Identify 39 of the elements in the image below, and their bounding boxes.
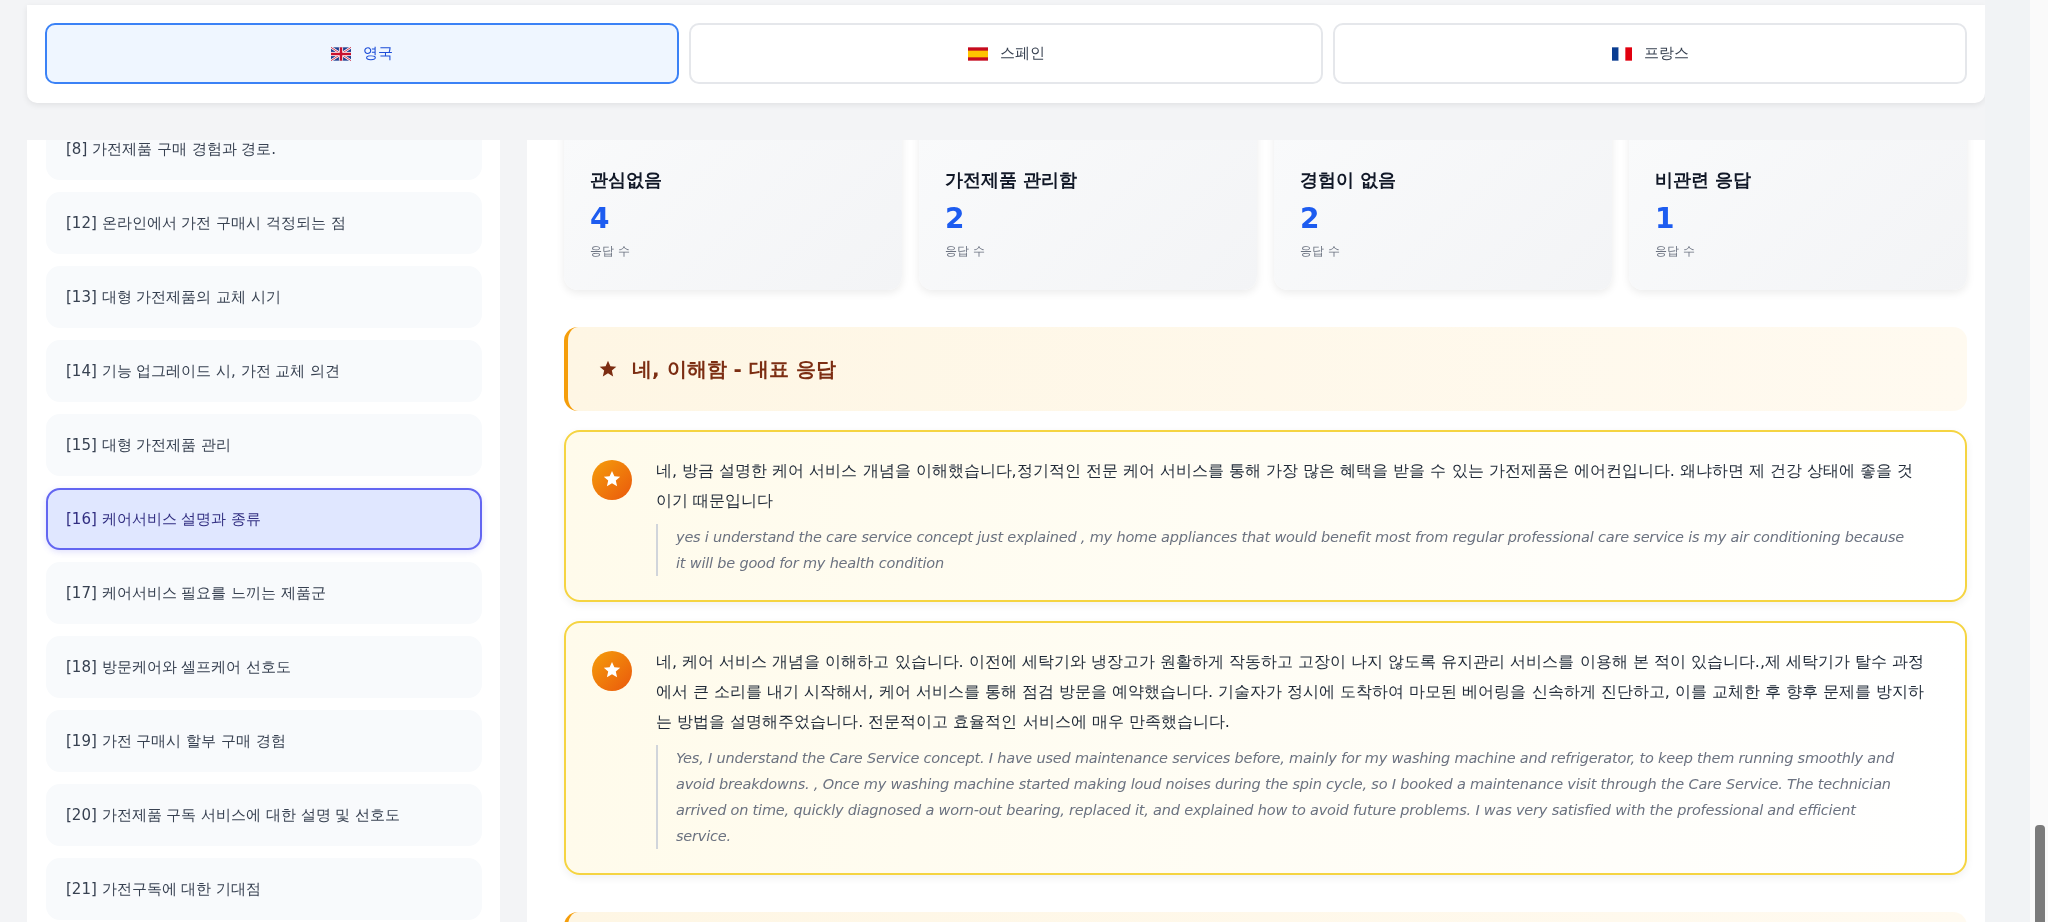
section-title: 네, 이해함 - 대표 응답 xyxy=(632,355,836,383)
stat-title: 경험이 없음 xyxy=(1300,168,1398,192)
star-badge-icon xyxy=(592,651,632,691)
question-item[interactable]: [17] 케어서비스 필요를 느끼는 제품군 xyxy=(46,562,482,624)
scrollbar[interactable] xyxy=(2030,0,2048,922)
question-item[interactable]: [18] 방문케어와 셀프케어 선호도 xyxy=(46,636,482,698)
scroll-thumb[interactable] xyxy=(2035,825,2045,922)
question-item[interactable]: [16] 케어서비스 설명과 종류 xyxy=(46,488,482,550)
response-text: 네, 방금 설명한 케어 서비스 개념을 이해했습니다,정기적인 전문 케어 서비스를 통해 가장 많은 혜택을 받을 수 있는 가전제품은 에어컨입니다. 왜냐하면 제 건강 상태에 좋을 것이기 때문입니다 xyxy=(656,460,1915,512)
question-item[interactable]: [8] 가전제품 구매 경험과 경로. xyxy=(46,140,482,180)
stat-value: 2 xyxy=(1300,202,1321,235)
stat-caption: 응답 수 xyxy=(1300,243,1341,260)
star-badge-icon xyxy=(592,460,632,500)
stat-value: 1 xyxy=(1655,202,1676,235)
question-item[interactable]: [14] 기능 업그레이드 시, 가전 교체 의견 xyxy=(46,340,482,402)
stat-caption: 응답 수 xyxy=(590,243,631,260)
flag-icon xyxy=(331,46,351,61)
stat-value: 2 xyxy=(945,202,966,235)
flag-icon xyxy=(1611,46,1632,61)
stat-caption: 응답 수 xyxy=(945,243,986,260)
question-item[interactable]: [19] 가전 구매시 할부 구매 경험 xyxy=(46,710,482,772)
question-item[interactable]: [15] 대형 가전제품 관리 xyxy=(46,414,482,476)
country-tab[interactable]: 영국 xyxy=(45,23,679,84)
country-tab[interactable]: 스페인 xyxy=(689,23,1323,84)
stat-value: 4 xyxy=(590,202,611,235)
stat-caption: 응답 수 xyxy=(1655,243,1696,260)
question-item[interactable]: [21] 가전구독에 대한 기대점 xyxy=(46,858,482,920)
question-item[interactable]: [20] 가전제품 구독 서비스에 대한 설명 및 선호도 xyxy=(46,784,482,846)
question-item[interactable]: [13] 대형 가전제품의 교체 시기 xyxy=(46,266,482,328)
country-tab[interactable]: 프랑스 xyxy=(1333,23,1967,84)
response-text: 네, 케어 서비스 개념을 이해하고 있습니다. 이전에 세탁기와 냉장고가 원활하게 작동하고 고장이 나지 않도록 유지관리 서비스를 이용해 본 적이 있습니다.,제 세탁기가 탈수 과정에서 큰 소리를 내기 시작해서, 케어 서비스를 통해 점검 방문을 예약했습니다. 기술자가 정시에 도착하여 마모된 베어링을 신속하게 진단하고, 이를 교체한 후 향후 문제를 방지하는 방법을 설명해주었습니다. 전문적이고 효율적인 서비스에 매우 만족했습니다. xyxy=(656,651,1925,733)
translation-text: yes i understand the care service concept just explained , my home appliances that would benefit most from regular professional care service is my air conditioning because it will be good for my health condition xyxy=(656,524,1905,576)
stat-title: 가전제품 관리함 xyxy=(945,168,1079,192)
stat-title: 비관련 응답 xyxy=(1655,168,1753,192)
question-item[interactable]: [12] 온라인에서 가전 구매시 걱정되는 점 xyxy=(46,192,482,254)
star-icon xyxy=(598,359,618,379)
flag-icon xyxy=(967,46,988,61)
translation-text: Yes, I understand the Care Service concept. I have used maintenance services before, mainly for my washing machine and refrigerator, to keep them running smoothly and avoid breakdowns. , Once my washing machine started making loud noises during the spin cycle, so I booked a maintenance visit through the Care Service. The technician arrived on time, quickly diagnosed a worn-out bearing, replaced it, and explained how to avoid future problems. I was very satisfied with the professional and efficient service. xyxy=(656,745,1905,849)
stat-title: 관심없음 xyxy=(590,168,663,192)
